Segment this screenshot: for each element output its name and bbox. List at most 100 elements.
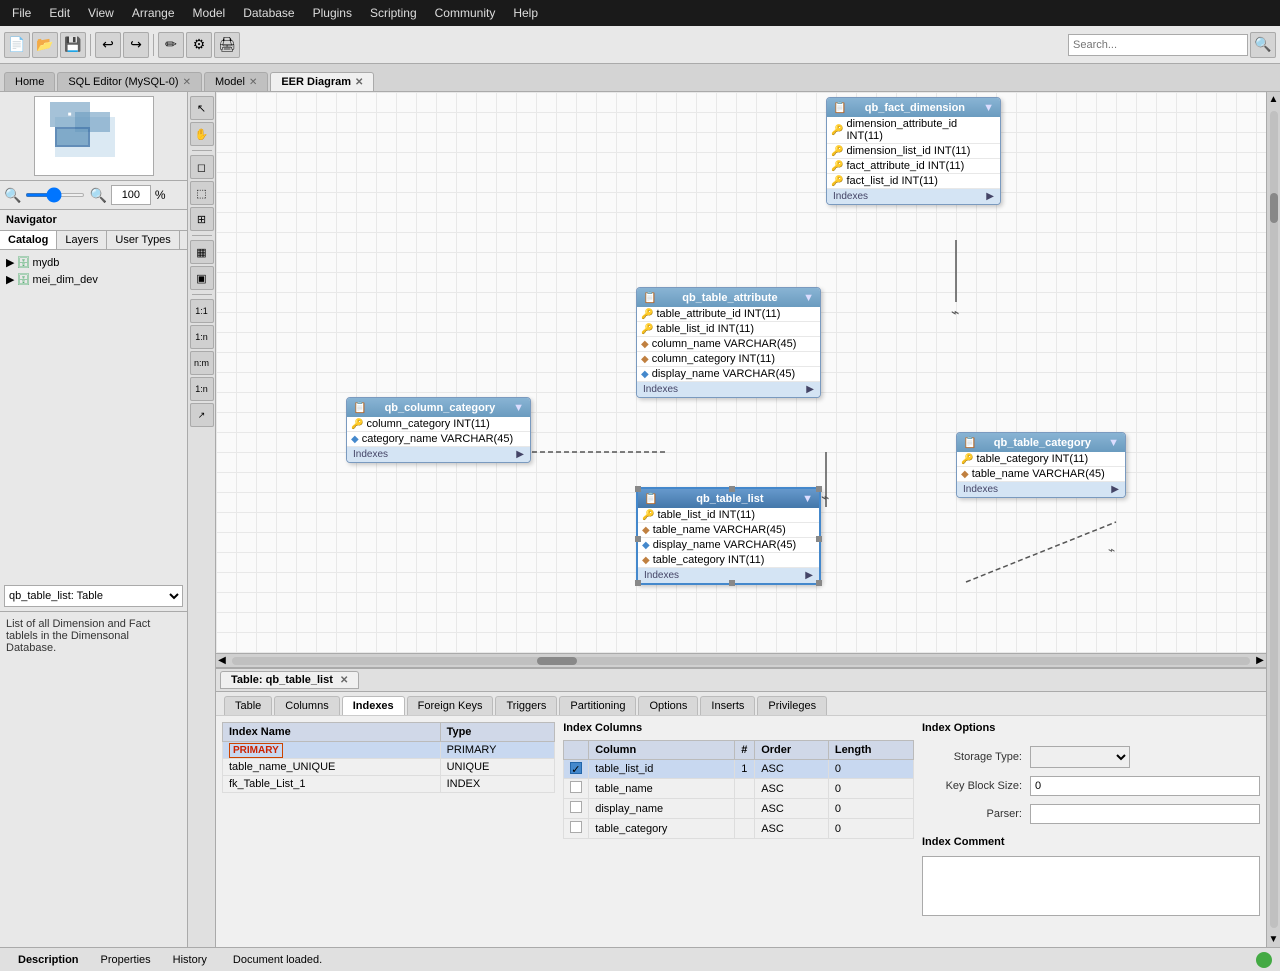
editor-tab-triggers[interactable]: Triggers (495, 696, 557, 715)
new-button[interactable]: 📄 (4, 32, 30, 58)
parser-input[interactable] (1030, 804, 1260, 824)
index-comment-input[interactable] (922, 856, 1260, 916)
col-check-table-category[interactable] (564, 819, 589, 839)
storage-type-select[interactable] (1030, 746, 1130, 768)
zoom-value-input[interactable]: 100 (111, 185, 151, 205)
resize-br[interactable] (816, 580, 822, 586)
hscroll-track[interactable] (232, 657, 1250, 665)
undo-button[interactable]: ↩ (95, 32, 121, 58)
zoom-out-button[interactable]: 🔍 (4, 187, 21, 204)
col-row-list-id[interactable]: ✓ table_list_id 1 ASC 0 (564, 760, 914, 779)
col-check-display-name[interactable] (564, 799, 589, 819)
resize-tl[interactable] (635, 486, 641, 492)
table-menu-attribute[interactable]: ▼ (803, 292, 814, 304)
key-block-input[interactable]: 0 (1030, 776, 1260, 796)
resize-ml[interactable] (635, 536, 641, 542)
editor-tab-foreign-keys[interactable]: Foreign Keys (407, 696, 494, 715)
resize-bm[interactable] (729, 580, 735, 586)
relation-1-n-alt-btn[interactable]: 1:n (190, 377, 214, 401)
menu-scripting[interactable]: Scripting (362, 4, 425, 22)
relation-n-m-btn[interactable]: n:m (190, 351, 214, 375)
editor-tab-indexes[interactable]: Indexes (342, 696, 405, 715)
index-row-primary[interactable]: PRIMARY PRIMARY (223, 742, 555, 759)
table-footer-fact-dimension[interactable]: Indexes ▶ (827, 189, 1000, 204)
catalog-tab[interactable]: Catalog (0, 231, 57, 249)
options-button[interactable]: ⚙ (186, 32, 212, 58)
table-select-dropdown[interactable]: qb_table_list: Table (4, 585, 183, 607)
select-tool[interactable]: ⬚ (190, 181, 214, 205)
relation-1-n-btn[interactable]: 1:n (190, 325, 214, 349)
right-scrollbar[interactable]: ▲ ▼ (1266, 92, 1280, 947)
relation-1-1-btn[interactable]: 1:1 (190, 299, 214, 323)
properties-tab[interactable]: Properties (91, 952, 161, 968)
checkbox-unchecked-icon-2[interactable] (570, 801, 582, 813)
tab-eer-diagram-close[interactable]: ✕ (355, 77, 363, 88)
menu-file[interactable]: File (4, 4, 39, 22)
hand-tool[interactable]: ✋ (190, 122, 214, 146)
tab-model-close[interactable]: ✕ (249, 77, 257, 88)
menu-community[interactable]: Community (427, 4, 504, 22)
menu-arrange[interactable]: Arrange (124, 4, 183, 22)
table-qb-table-attribute[interactable]: 📋 qb_table_attribute ▼ 🔑 table_attribute… (636, 287, 821, 398)
vscroll-track[interactable] (1270, 111, 1278, 928)
table-qb-table-list[interactable]: 📋 qb_table_list ▼ 🔑 table_list_id INT(11… (636, 487, 821, 585)
search-button[interactable]: 🔍 (1250, 32, 1276, 58)
editor-tab-partitioning[interactable]: Partitioning (559, 696, 636, 715)
editor-tab-options[interactable]: Options (638, 696, 698, 715)
table-menu-col-cat[interactable]: ▼ (513, 402, 524, 414)
menu-edit[interactable]: Edit (41, 4, 78, 22)
eraser-tool[interactable]: ◻ (190, 155, 214, 179)
open-button[interactable]: 📂 (32, 32, 58, 58)
editor-tab-table[interactable]: Table (224, 696, 272, 715)
redo-button[interactable]: ↪ (123, 32, 149, 58)
resize-mr[interactable] (816, 536, 822, 542)
description-tab[interactable]: Description (8, 952, 89, 968)
relation-arrow-btn[interactable]: ↗ (190, 403, 214, 427)
layers-tab[interactable]: Layers (57, 231, 107, 249)
col-check-table-name[interactable] (564, 779, 589, 799)
col-row-table-category[interactable]: table_category ASC 0 (564, 819, 914, 839)
zoom-tool[interactable]: ⊞ (190, 207, 214, 231)
zoom-in-button[interactable]: 🔍 (89, 187, 106, 204)
user-types-tab[interactable]: User Types (107, 231, 179, 249)
table-tool[interactable]: ▦ (190, 240, 214, 264)
tab-model[interactable]: Model ✕ (204, 72, 268, 91)
mei-dim-dev-item[interactable]: ▶ 🗄 mei_dim_dev (4, 271, 183, 288)
resize-bl[interactable] (635, 580, 641, 586)
tab-sql-editor[interactable]: SQL Editor (MySQL-0) ✕ (57, 72, 202, 91)
hscroll-thumb[interactable] (537, 657, 577, 665)
vscroll-down-btn[interactable]: ▼ (1267, 932, 1280, 947)
checkbox-unchecked-icon-1[interactable] (570, 781, 582, 793)
menu-database[interactable]: Database (235, 4, 302, 22)
menu-help[interactable]: Help (505, 4, 546, 22)
hscroll-left-btn[interactable]: ◀ (216, 655, 228, 666)
table-qb-column-category[interactable]: 📋 qb_column_category ▼ 🔑 column_category… (346, 397, 531, 463)
print-button[interactable]: 🖨 (214, 32, 240, 58)
diagram-hscroll[interactable]: ◀ ▶ (216, 653, 1266, 667)
vscroll-thumb[interactable] (1270, 193, 1278, 223)
diagram-canvas[interactable]: ⌁ ⌁ | ⌁ 📋 qb_fact_dimension ▼ 🔑 dimensio… (216, 92, 1266, 653)
search-input[interactable] (1068, 34, 1248, 56)
col-check-list-id[interactable]: ✓ (564, 760, 589, 779)
col-row-table-name[interactable]: table_name ASC 0 (564, 779, 914, 799)
bottom-tab-table-list[interactable]: Table: qb_table_list ✕ (220, 671, 359, 689)
tab-sql-editor-close[interactable]: ✕ (183, 77, 191, 88)
table-menu-cat[interactable]: ▼ (1108, 437, 1119, 449)
table-footer-attribute[interactable]: Indexes ▶ (637, 382, 820, 397)
index-row-unique[interactable]: table_name_UNIQUE UNIQUE (223, 759, 555, 776)
menu-model[interactable]: Model (185, 4, 234, 22)
checkbox-checked-icon[interactable]: ✓ (570, 762, 582, 774)
table-footer-cat[interactable]: Indexes ▶ (957, 482, 1125, 497)
table-menu-list[interactable]: ▼ (802, 493, 813, 505)
menu-plugins[interactable]: Plugins (305, 4, 360, 22)
col-row-display-name[interactable]: display_name ASC 0 (564, 799, 914, 819)
hscroll-right-btn[interactable]: ▶ (1254, 655, 1266, 666)
table-qb-table-category[interactable]: 📋 qb_table_category ▼ 🔑 table_category I… (956, 432, 1126, 498)
table-menu-fact-dimension[interactable]: ▼ (983, 102, 994, 114)
table-qb-fact-dimension[interactable]: 📋 qb_fact_dimension ▼ 🔑 dimension_attrib… (826, 97, 1001, 205)
history-tab[interactable]: History (163, 952, 217, 968)
editor-tab-columns[interactable]: Columns (274, 696, 339, 715)
pointer-tool[interactable]: ↖ (190, 96, 214, 120)
mydb-item[interactable]: ▶ 🗄 mydb (4, 254, 183, 271)
tab-home[interactable]: Home (4, 72, 55, 91)
